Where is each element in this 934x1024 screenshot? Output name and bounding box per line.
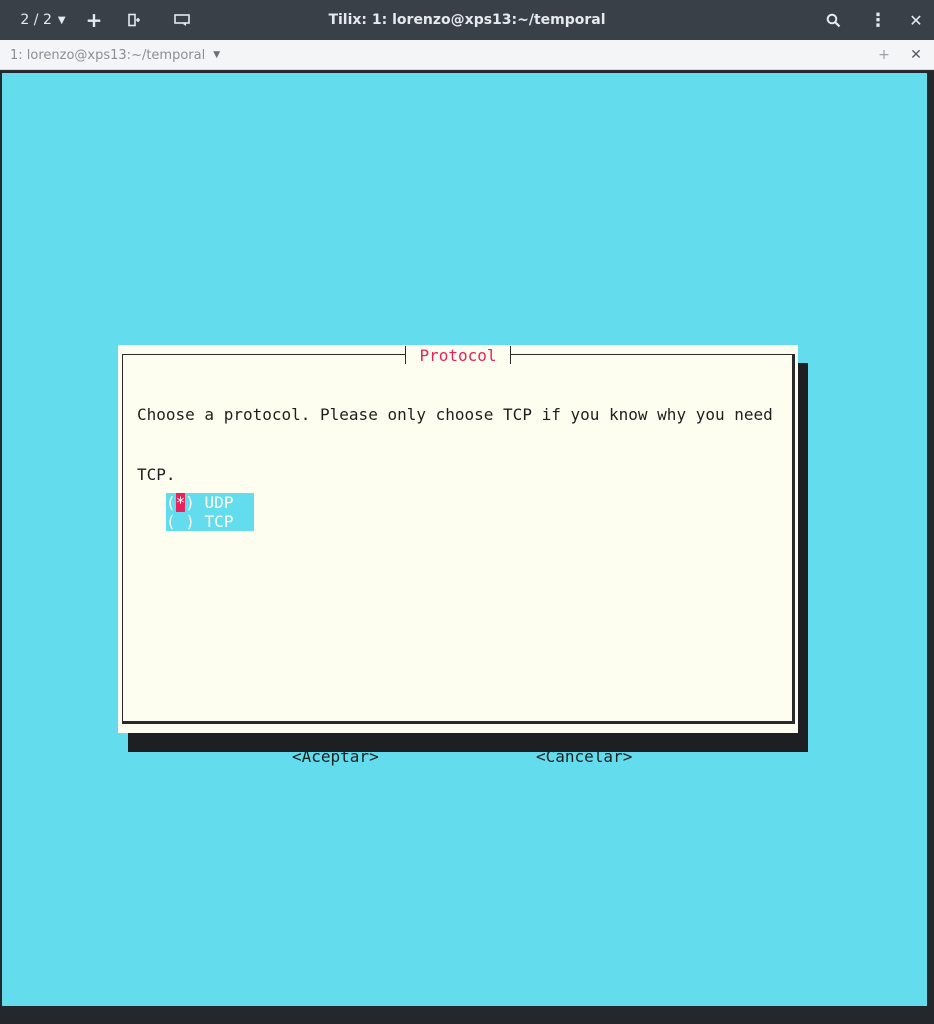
dialog-message-line: TCP. [137,465,176,484]
search-icon [826,13,840,27]
close-icon: ✕ [910,47,922,63]
sidebar-button[interactable] [170,0,194,40]
dialog-message-line: Choose a protocol. Please only choose TC… [137,405,773,424]
terminal-view[interactable]: Protocol Choose a protocol. Please only … [0,71,934,1024]
radio-option-udp[interactable]: (*) UDP [166,493,254,512]
dialog-title: Protocol [405,345,511,365]
menu-icon: ⋮ [869,9,887,31]
terminal-title-dropdown[interactable]: 1: lorenzo@xps13:~/temporal ▼ [10,40,220,70]
ok-button[interactable]: <Aceptar> [292,747,379,767]
header-bar: 2 / 2 ▼ + Tilix: 1: lorenzo@xps13:~/temp… [0,0,934,40]
session-count-label: 2 / 2 [20,12,52,28]
terminal-title: 1: lorenzo@xps13:~/temporal [10,47,206,63]
sidebar-icon [174,14,190,26]
radio-open-paren: ( [166,512,176,531]
maximize-icon: + [878,47,890,63]
chevron-down-icon: ▼ [213,50,221,60]
radio-option-tcp[interactable]: ( ) TCP [166,512,254,531]
radio-label: ) UDP [185,493,244,512]
close-window-button[interactable]: ✕ [904,0,928,40]
split-terminal-icon [128,13,140,27]
add-session-button[interactable]: + [82,0,106,40]
search-button[interactable] [820,0,846,40]
cancel-button[interactable]: <Cancelar> [536,747,632,767]
terminal-tab-bar: 1: lorenzo@xps13:~/temporal ▼ + ✕ [0,40,934,70]
radio-mark-selected: * [175,493,186,512]
chevron-down-icon: ▼ [57,14,66,26]
radio-open-paren: ( [166,493,176,512]
maximize-terminal-button[interactable]: + [874,40,894,70]
protocol-dialog: Protocol Choose a protocol. Please only … [118,345,798,766]
close-icon: ✕ [909,10,923,30]
radio-label: ) TCP [185,512,244,531]
close-terminal-button[interactable]: ✕ [906,40,926,70]
menu-button[interactable]: ⋮ [866,0,890,40]
radio-mark [176,512,186,531]
add-icon: + [85,8,103,32]
split-terminal-button[interactable] [122,0,146,40]
session-switcher-button[interactable]: 2 / 2 ▼ [12,0,74,40]
